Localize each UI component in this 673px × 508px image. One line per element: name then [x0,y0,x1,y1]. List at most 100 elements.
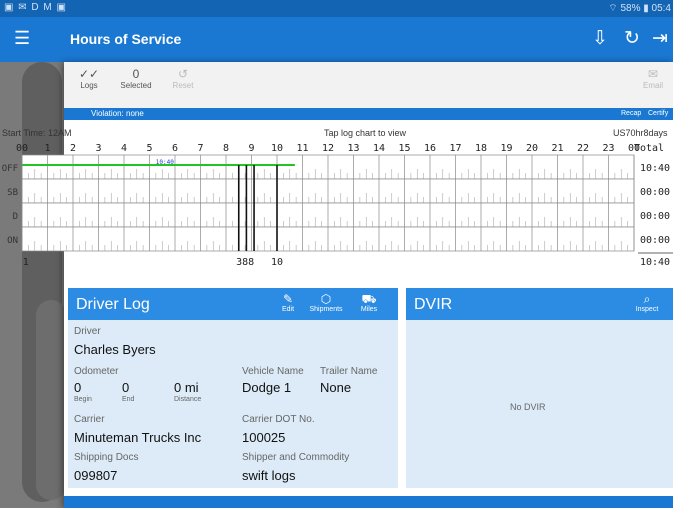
miles-button[interactable]: ⛟ Miles [356,292,382,313]
hour-label: 8 [223,143,229,154]
background-panel [36,300,66,500]
driver-label: Driver [74,326,101,337]
certify-button[interactable]: Certify [648,110,668,117]
start-time: Start Time: 12AM [2,128,72,138]
hour-label: 21 [551,143,563,154]
event-label: 388 [236,257,254,268]
edit-button[interactable]: ✎ Edit [276,292,300,313]
hour-label: 5 [146,143,152,154]
violation-text: Violation: none [91,109,144,118]
logs-button[interactable]: ✓✓ Logs [74,67,104,90]
dot-label: Carrier DOT No. [242,414,315,425]
driver-log-header: Driver Log ✎ Edit ⬡ Shipments ⛟ Miles [68,288,398,320]
duty-row-label: ON [7,236,18,246]
shipper-label: Shipper and Commodity [242,452,350,463]
odometer-begin: 0 [74,380,82,395]
dvir-panel: DVIR ⌕ Inspect No DVIR [406,288,673,488]
hour-label: 00 [16,143,28,154]
duty-row-label: SB [7,188,18,198]
battery-time: ⌔ 58% ▮ 05:4 [608,3,671,14]
odometer-label: Odometer [74,366,119,377]
next-day-bar[interactable] [64,496,673,508]
inspect-button[interactable]: ⌕ Inspect [632,292,662,313]
hour-label: 14 [373,143,385,154]
total-label: Total [634,143,664,154]
driver-log-title: Driver Log [76,296,150,313]
hour-label: 4 [121,143,127,154]
hour-label: 9 [248,143,254,154]
dvir-title: DVIR [414,296,453,313]
hour-label: 20 [526,143,538,154]
hour-label: 12 [322,143,334,154]
app-bar: ☰ Hours of Service ⇩ ↻ ⇥ [0,17,673,62]
driver-name: Charles Byers [74,342,156,357]
ruleset: US70hr8days [613,128,668,138]
logs-icon: ✓✓ [78,67,100,81]
hour-label: 23 [602,143,614,154]
hour-label: 10 [271,143,283,154]
selected-counter: 0 Selected [116,67,156,90]
shipping-docs: 099807 [74,468,118,483]
tap-hint: Tap log chart to view [324,128,407,138]
email-icon: ✉ [647,67,659,81]
inspect-label: Inspect [635,306,659,313]
end-label: End [122,396,135,403]
log-chart[interactable]: 00 1 2 3 4 5 6 7 8 9 10 11 12 13 14 15 16 17 18 19 20 21 22 23 0… [0,140,673,285]
dvir-header: DVIR ⌕ Inspect [406,288,673,320]
hour-label: 2 [70,143,76,154]
log-toolbar: ✓✓ Logs 0 Selected ↺ Reset ✉ Email [64,62,673,108]
odometer-distance: 0 mi [174,380,199,395]
hour-label: 7 [197,143,203,154]
row-total: 00:00 [640,187,670,198]
duty-row-label: OFF [2,164,18,174]
logs-label: Logs [80,81,98,90]
miles-label: Miles [360,306,378,313]
row-total: 00:00 [640,235,670,246]
page-title: Hours of Service [70,31,182,47]
hour-label: 3 [95,143,101,154]
logout-icon[interactable]: ⇥ [652,27,668,50]
pencil-icon: ✎ [282,292,294,306]
search-icon: ⌕ [643,292,651,306]
begin-label: Begin [74,396,92,403]
row-total: 00:00 [640,211,670,222]
trailer-name: None [320,380,352,395]
dot-number: 100025 [242,430,286,445]
event-label: 10 [271,257,283,268]
hour-label: 13 [347,143,359,154]
odometer-end: 0 [122,380,130,395]
duty-row-label: D [13,212,18,222]
hour-label: 19 [500,143,512,154]
shipper-commodity: swift logs [242,468,296,483]
selected-label: Selected [120,81,152,90]
hour-label: 15 [398,143,410,154]
shipments-label: Shipments [309,306,343,313]
recap-button[interactable]: Recap [621,110,641,117]
menu-icon[interactable]: ☰ [14,28,30,49]
driver-log-panel: Driver Log ✎ Edit ⬡ Shipments ⛟ Miles Dr… [68,288,398,488]
reset-label: Reset [172,81,194,90]
carrier-name: Minuteman Trucks Inc [74,430,202,445]
hour-label: 22 [577,143,589,154]
row-total: 10:40 [640,163,670,174]
email-button[interactable]: ✉ Email [638,67,668,90]
vehicle-label: Vehicle Name [242,366,304,377]
download-icon[interactable]: ⇩ [592,27,608,50]
violation-bar: Violation: none Recap Certify [64,108,673,120]
carrier-label: Carrier [74,414,105,425]
no-dvir-text: No DVIR [510,402,546,412]
event-label: 1 [23,257,29,268]
hour-label: 6 [172,143,178,154]
vehicle-name: Dodge 1 [242,380,292,395]
car-icon: ⛟ [361,292,377,306]
shipments-button[interactable]: ⬡ Shipments [306,292,346,313]
edit-label: Edit [281,306,295,313]
hour-label: 1 [44,143,50,154]
status-bar: ▣ ✉ D M ▣ ⌔ 58% ▮ 05:4 [0,0,673,17]
undo-icon: ↺ [177,67,189,81]
reset-button[interactable]: ↺ Reset [168,67,198,90]
refresh-icon[interactable]: ↻ [624,27,640,50]
status-icons: ▣ ✉ D M ▣ [4,2,67,13]
shipping-docs-label: Shipping Docs [74,452,139,463]
hour-label: 18 [475,143,487,154]
